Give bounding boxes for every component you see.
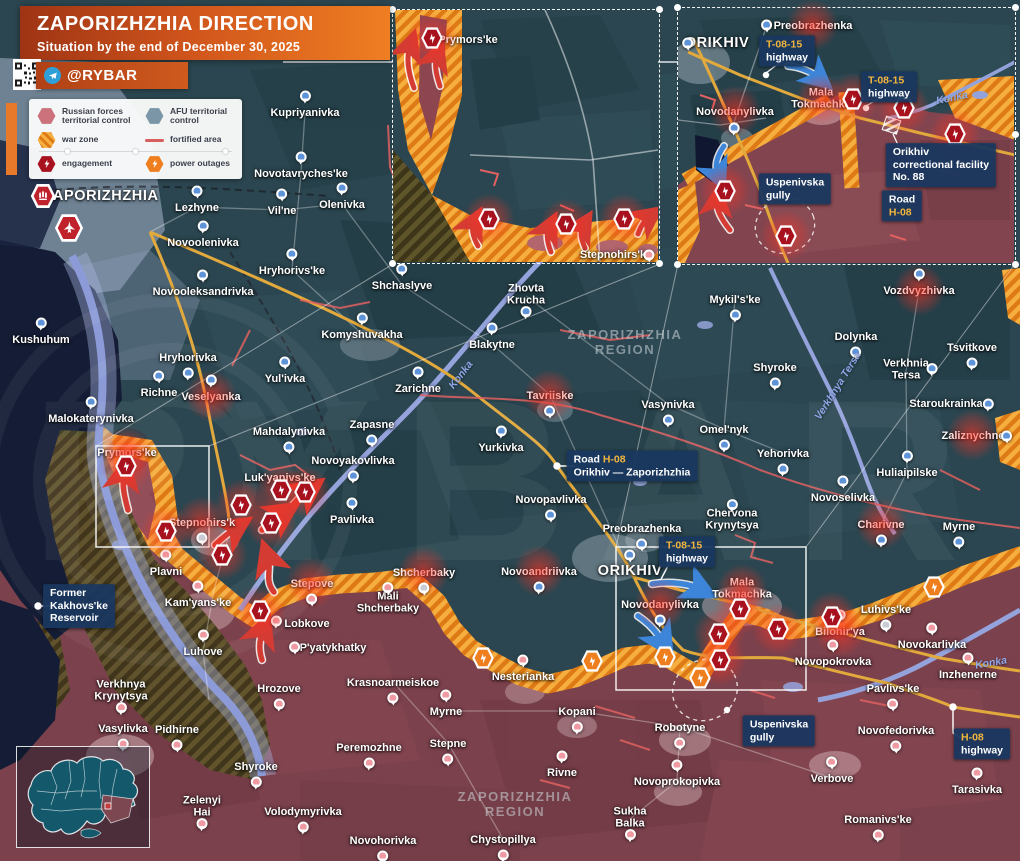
situation-map: RYBAR — [0, 0, 1020, 861]
engagement-icon — [729, 598, 752, 621]
engagement-icon — [714, 180, 737, 203]
map-legend: Russian forces territorial control AFU te… — [29, 99, 242, 179]
engagement-icon — [767, 618, 790, 641]
power-outage-hex — [145, 156, 164, 173]
rybar-telegram-badge[interactable]: @RYBAR — [36, 62, 188, 89]
fortified-line — [145, 139, 164, 142]
map-callout: Uspenivskagully — [743, 715, 815, 746]
engagement-icon — [708, 623, 731, 646]
engagement-icon — [555, 213, 578, 236]
legend-label: fortified area — [170, 135, 222, 144]
map-callout: Orikhivcorrectional facilityNo. 88 — [886, 143, 996, 187]
engagement-icon — [821, 606, 844, 629]
engagement-icon — [115, 455, 138, 478]
map-callout: T-08-15highway — [659, 536, 715, 567]
legend-label: power outages — [170, 159, 230, 168]
engagement-icon — [155, 520, 178, 543]
map-callout: RoadH-08 — [882, 190, 922, 221]
map-header: ZAPORIZHZHIA DIRECTION Situation by the … — [20, 6, 390, 60]
map-callout: T-08-15highway — [759, 35, 815, 66]
map-callout: FormerKakhovs'keReservoir — [43, 584, 115, 628]
legend-label: war zone — [62, 135, 98, 144]
engagement-icon — [230, 494, 253, 517]
afu-control-hex — [145, 108, 164, 125]
map-callout: Road H-08Orikhiv — Zaporizhzhia — [567, 450, 698, 481]
engagement-icon — [249, 600, 272, 623]
legend-item: war zone — [37, 129, 145, 151]
map-subtitle: Situation by the end of December 30, 202… — [37, 40, 390, 54]
aircraft-icon — [54, 213, 84, 243]
telegram-icon — [44, 67, 61, 84]
legend-item: fortified area — [145, 129, 242, 151]
engagement-hex — [37, 156, 56, 173]
war-zone-hex — [37, 132, 56, 149]
missiles-icon — [30, 183, 56, 209]
legend-item: AFU territorial control — [145, 105, 242, 127]
map-callout: T-08-15highway — [861, 71, 917, 102]
legend-item: engagement — [37, 153, 145, 175]
legend-ribbon — [6, 103, 17, 175]
current-area-marker — [105, 803, 111, 809]
engagement-icon — [294, 481, 317, 504]
power-outage-icon — [654, 646, 677, 669]
engagement-icon — [775, 225, 798, 248]
engagement-icon — [709, 649, 732, 672]
map-callout: H-08highway — [954, 728, 1010, 759]
region-watermark: ZAPORIZHZHIA REGION — [458, 789, 573, 819]
legend-label: AFU territorial control — [170, 107, 242, 126]
inset-orikhiv: ORIKHIVPreobrazhenkaMala TokmachkaNovoda… — [677, 7, 1016, 265]
inset-prymorske-stepnohirsk: Prymors'keStepnohirs'k — [392, 9, 660, 264]
svg-text:RYBAR: RYBAR — [30, 352, 989, 609]
legend-label: Russian forces territorial control — [62, 107, 130, 126]
map-callout: Uspenivskagully — [759, 173, 831, 204]
engagement-icon — [478, 208, 501, 231]
power-outage-icon — [689, 667, 712, 690]
rybar-handle: @RYBAR — [67, 67, 137, 84]
ukraine-minimap — [16, 746, 150, 848]
legend-label: engagement — [62, 159, 112, 168]
legend-item: Russian forces territorial control — [37, 105, 145, 127]
engagement-icon — [613, 208, 636, 231]
power-outage-icon — [581, 650, 604, 673]
region-watermark: ZAPORIZHZHIA REGION — [568, 327, 683, 357]
power-outage-icon — [923, 576, 946, 599]
engagement-icon — [421, 27, 444, 50]
map-title: ZAPORIZHZHIA DIRECTION — [37, 13, 390, 36]
engagement-icon — [270, 479, 293, 502]
russian-control-hex — [37, 108, 56, 125]
engagement-icon — [211, 544, 234, 567]
legend-item: power outages — [145, 153, 242, 175]
power-outage-icon — [472, 647, 495, 670]
engagement-icon — [944, 123, 967, 146]
engagement-icon — [260, 512, 283, 535]
